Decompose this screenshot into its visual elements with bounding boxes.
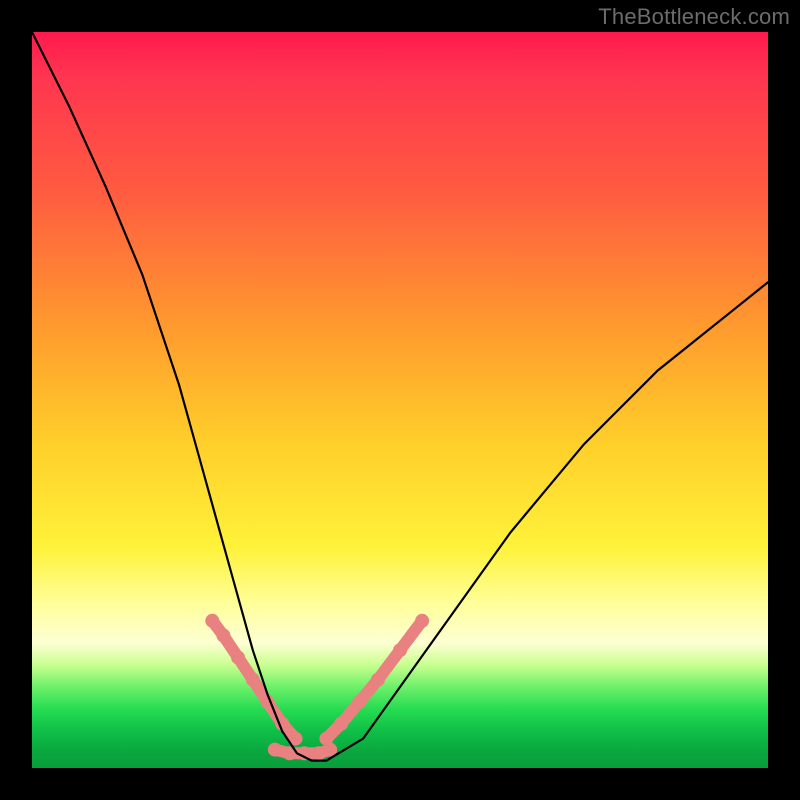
highlight-segments (205, 614, 429, 761)
watermark-text: TheBottleneck.com (598, 4, 790, 30)
chart-plot-area (32, 32, 768, 768)
chart-overlay-svg (32, 32, 768, 768)
chart-frame: TheBottleneck.com (0, 0, 800, 800)
